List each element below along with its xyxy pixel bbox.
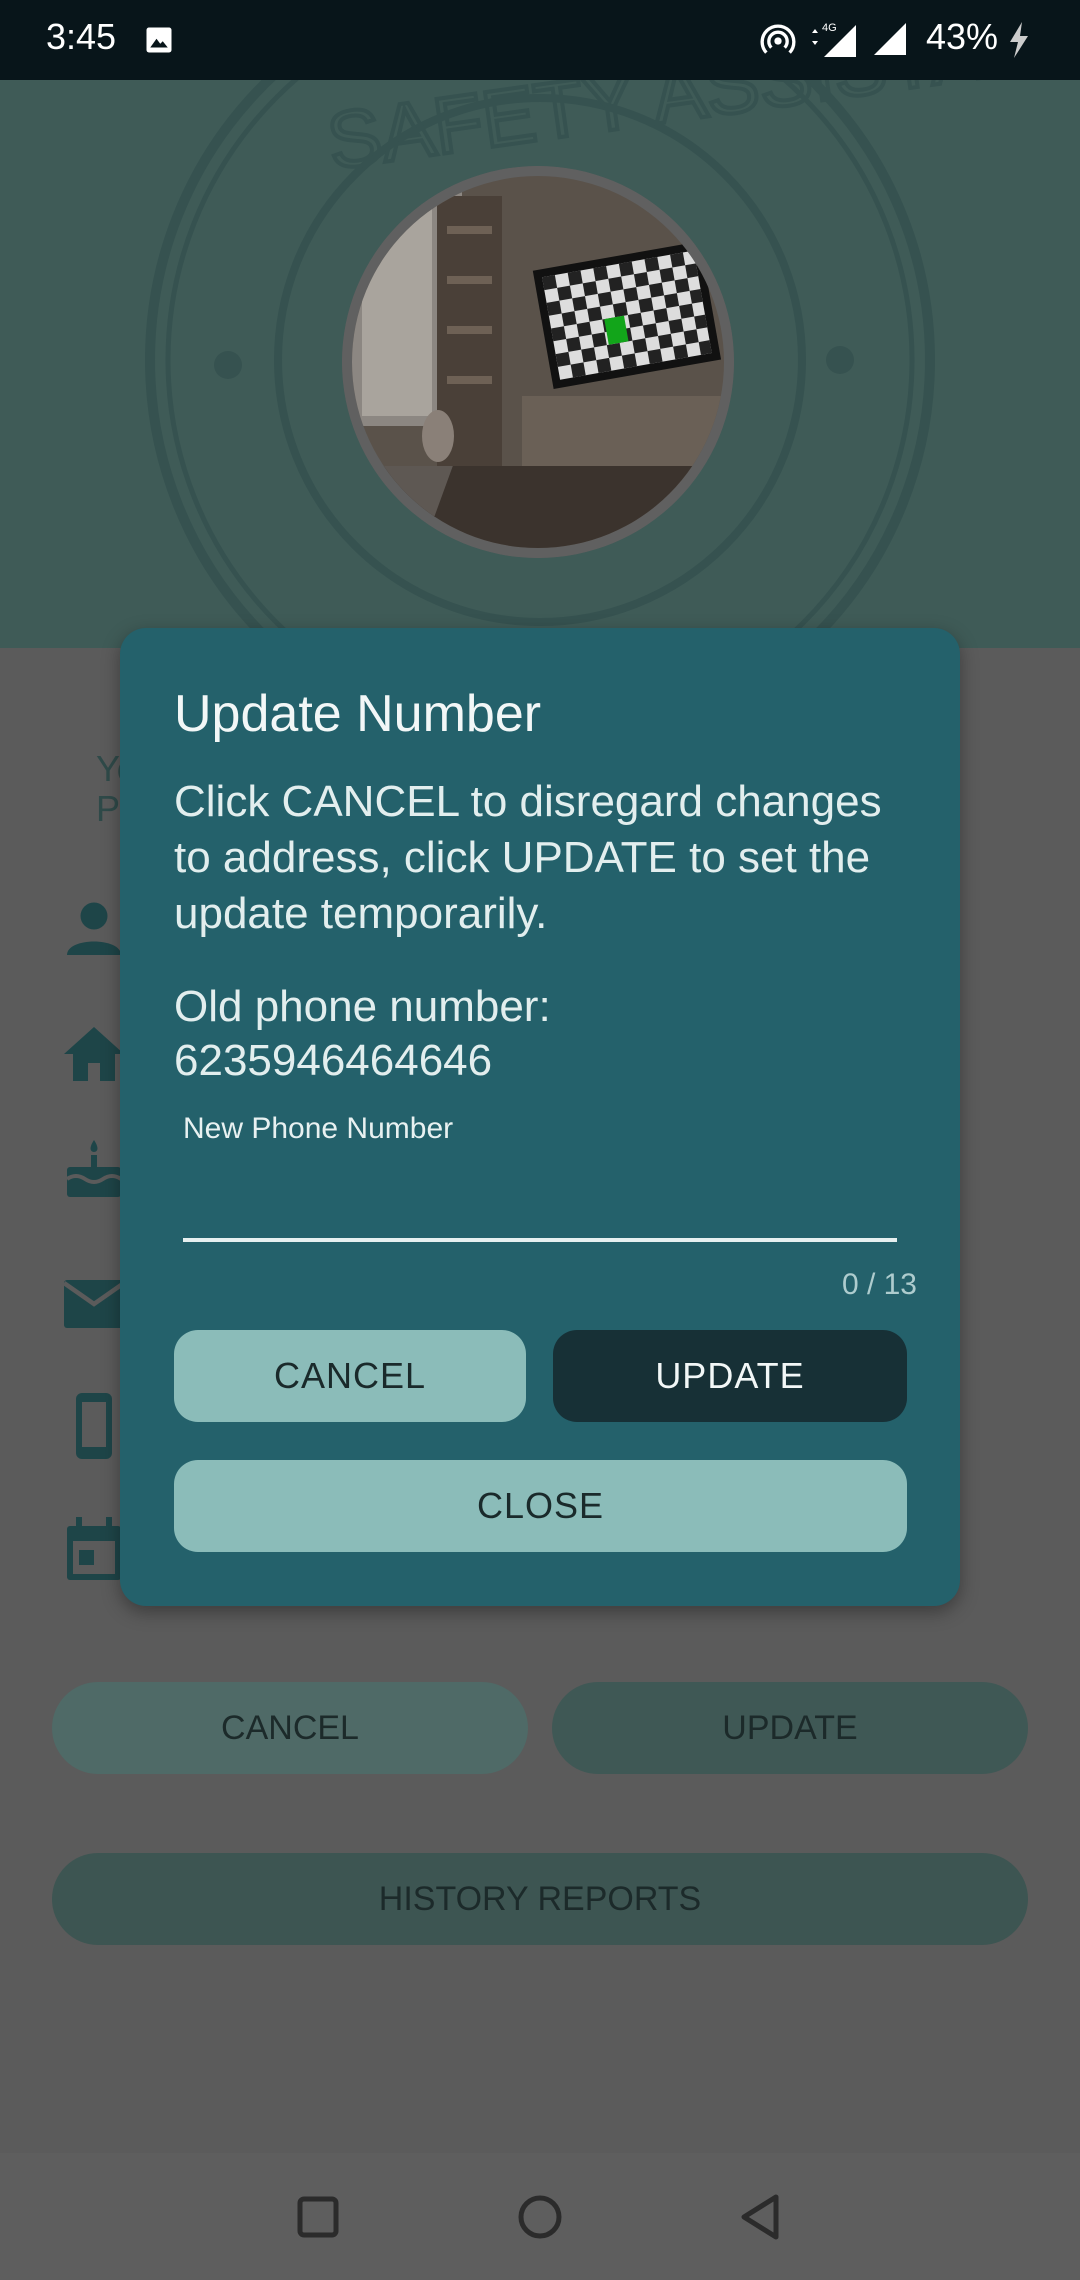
status-bar: 3:45 4G 43% xyxy=(0,0,1080,80)
dialog-update-button[interactable]: UPDATE xyxy=(553,1330,907,1422)
network-4g-icon: 4G xyxy=(812,22,856,57)
status-time: 3:45 xyxy=(46,16,117,57)
old-number-block: Old phone number: 6235946464646 xyxy=(174,980,914,1088)
hotspot-icon xyxy=(760,24,796,54)
dialog-close-button[interactable]: CLOSE xyxy=(174,1460,907,1552)
home-circle-icon[interactable] xyxy=(512,2189,568,2245)
charging-icon xyxy=(1010,22,1028,58)
svg-text:SAFETY ASSISTANCE: SAFETY ASSISTANCE xyxy=(322,80,1080,186)
old-number-label: Old phone number: xyxy=(174,982,551,1031)
dialog-message: Click CANCEL to disregard changes to add… xyxy=(174,777,882,938)
navigation-bar xyxy=(0,2153,1080,2280)
profile-avatar[interactable] xyxy=(342,166,734,558)
new-phone-input[interactable] xyxy=(183,1168,897,1242)
history-reports-button[interactable]: HISTORY REPORTS xyxy=(52,1853,1028,1945)
battery-percent: 43% xyxy=(926,16,999,57)
update-number-dialog: Update Number Click CANCEL to disregard … xyxy=(120,628,960,1606)
char-counter: 0 / 13 xyxy=(841,1268,917,1301)
back-triangle-icon[interactable] xyxy=(734,2189,790,2245)
image-icon xyxy=(146,27,172,53)
old-number-value: 6235946464646 xyxy=(174,1036,493,1085)
dialog-title: Update Number xyxy=(174,685,542,743)
new-phone-label: New Phone Number xyxy=(183,1112,454,1145)
profile-subtitle-label: P xyxy=(96,788,121,829)
background-update-button[interactable]: UPDATE xyxy=(552,1682,1028,1774)
network-4g-text: 4G xyxy=(822,22,837,34)
background-cancel-button[interactable]: CANCEL xyxy=(52,1682,528,1774)
recents-square-icon[interactable] xyxy=(290,2189,346,2245)
dialog-cancel-button[interactable]: CANCEL xyxy=(174,1330,526,1422)
signal-icon xyxy=(874,23,906,55)
